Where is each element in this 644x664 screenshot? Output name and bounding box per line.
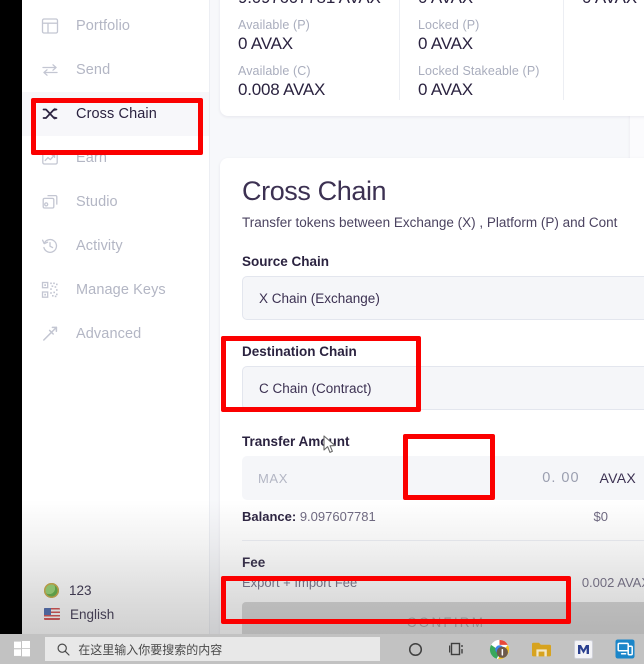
fee-section-title: Fee: [242, 555, 266, 570]
sidebar-item-label: Portfolio: [76, 18, 131, 34]
sidebar-item-earn[interactable]: Earn: [22, 136, 209, 180]
file-explorer-icon[interactable]: [522, 634, 560, 664]
language-label: English: [70, 606, 115, 622]
page-title: Cross Chain: [242, 176, 387, 206]
balance-value: 9.097607781 AVAX: [238, 0, 381, 8]
wallet-app-window: Portfolio Send Cross Chain Earn Studio A…: [22, 0, 644, 634]
transfer-amount-label: Transfer Amount: [242, 434, 350, 449]
balance-label: Locked (P): [418, 18, 480, 32]
sidebar-item-label: Manage Keys: [76, 282, 166, 298]
transfer-arrows-icon: [40, 60, 60, 80]
balance-summary-card: Available (X) 9.097607781 AVAX Available…: [220, 0, 644, 116]
balance-hint: Balance: 9.097607781: [242, 509, 376, 524]
sidebar-item-label: Activity: [76, 238, 123, 254]
fee-row-value: 0.002 AVAX: [581, 575, 644, 590]
sidebar-item-label: Cross Chain: [76, 106, 157, 122]
qr-code-icon: [40, 280, 60, 300]
balance-column-locked: Locked (X) 0 AVAX Locked (P) 0 AVAX Lock…: [400, 0, 564, 100]
balance-column-available: Available (X) 9.097607781 AVAX Available…: [220, 0, 400, 100]
globe-icon: [44, 582, 59, 598]
fee-row-label: Export + Import Fee: [242, 575, 358, 590]
balance-column-staking: Staking 0 AVAX: [564, 0, 644, 100]
dashboard-icon: [40, 16, 60, 36]
page-subtitle: Transfer tokens between Exchange (X) , P…: [242, 215, 618, 230]
amount-unit-label: AVAX: [599, 470, 636, 486]
hammer-icon: [40, 324, 60, 344]
balance-label: Locked Stakeable (P): [418, 64, 540, 78]
locale-settings: 123 English: [22, 578, 210, 634]
search-icon: [57, 642, 70, 656]
transfer-amount-row: MAX 0. 00 AVAX: [242, 456, 644, 500]
fee-row: Export + Import Fee 0.002 AVAX: [242, 575, 644, 590]
sidebar-item-label: Earn: [76, 150, 108, 166]
sidebar-item-advanced[interactable]: Advanced: [22, 312, 209, 356]
sidebar-item-manage-keys[interactable]: Manage Keys: [22, 268, 209, 312]
source-chain-label: Source Chain: [242, 254, 330, 269]
destination-chain-value: C Chain (Contract): [259, 380, 372, 396]
currency-label: 123: [69, 582, 92, 598]
destination-chain-label: Destination Chain: [242, 344, 357, 359]
task-view-icon[interactable]: [438, 634, 476, 664]
source-chain-value: X Chain (Exchange): [259, 290, 380, 306]
sidebar-item-label: Send: [76, 62, 111, 78]
sidebar-item-cross-chain[interactable]: Cross Chain: [22, 92, 209, 136]
taskbar-icon-group: [396, 634, 644, 664]
chart-line-icon: [40, 148, 60, 168]
sidebar-item-activity[interactable]: Activity: [22, 224, 209, 268]
remote-desktop-icon[interactable]: [606, 634, 644, 664]
source-chain-select[interactable]: X Chain (Exchange): [242, 276, 644, 320]
amount-input[interactable]: 0. 00: [296, 470, 592, 486]
balance-value: 0 AVAX: [418, 80, 473, 99]
balance-usd-value: $0: [593, 509, 608, 524]
confirm-button[interactable]: CONFIRM: [242, 602, 644, 634]
balance-value: 0 AVAX: [582, 0, 644, 8]
balance-hint-row: Balance: 9.097607781 $0: [242, 509, 644, 524]
main-content: S ▼ ▲ E I — S N Available (X) 9.09760778…: [210, 0, 644, 634]
balance-label: Available (P): [238, 18, 310, 32]
layers-icon: [40, 192, 60, 212]
screen: Portfolio Send Cross Chain Earn Studio A…: [0, 0, 644, 664]
sidebar-nav: Portfolio Send Cross Chain Earn Studio A…: [22, 0, 210, 634]
taskbar-search-placeholder: 在这里输入你要搜索的内容: [78, 642, 223, 657]
divider: [242, 540, 644, 541]
google-chrome-icon[interactable]: [480, 634, 518, 664]
balance-hint-prefix: Balance:: [242, 509, 297, 524]
history-clock-icon: [40, 236, 60, 256]
language-selector[interactable]: English: [44, 602, 210, 626]
us-flag-icon: [44, 608, 60, 620]
mail-m-icon[interactable]: [564, 634, 602, 664]
balance-value: 0 AVAX: [418, 0, 545, 8]
balance-value: 0 AVAX: [418, 34, 473, 53]
sidebar-item-portfolio[interactable]: Portfolio: [22, 4, 209, 48]
desktop-background-gutter: [0, 0, 22, 634]
windows-taskbar: 在这里输入你要搜索的内容: [0, 634, 644, 664]
cortana-circle-icon[interactable]: [396, 634, 434, 664]
cross-chain-card: Cross Chain Transfer tokens between Exch…: [220, 158, 644, 634]
sidebar-item-label: Advanced: [76, 326, 142, 342]
sidebar-item-label: Studio: [76, 194, 118, 210]
windows-logo-icon[interactable]: [0, 634, 43, 664]
currency-selector[interactable]: 123: [44, 578, 210, 602]
balance-hint-value: 9.097607781: [299, 509, 376, 524]
destination-chain-select[interactable]: C Chain (Contract): [242, 366, 644, 410]
balance-value: 0 AVAX: [238, 34, 293, 53]
sidebar-item-send[interactable]: Send: [22, 48, 209, 92]
shuffle-icon: [40, 104, 60, 124]
sidebar-item-studio[interactable]: Studio: [22, 180, 209, 224]
taskbar-search-box[interactable]: 在这里输入你要搜索的内容: [45, 637, 380, 661]
max-button[interactable]: MAX: [258, 471, 288, 486]
balance-label: Available (C): [238, 64, 311, 78]
balance-value: 0.008 AVAX: [238, 80, 326, 99]
